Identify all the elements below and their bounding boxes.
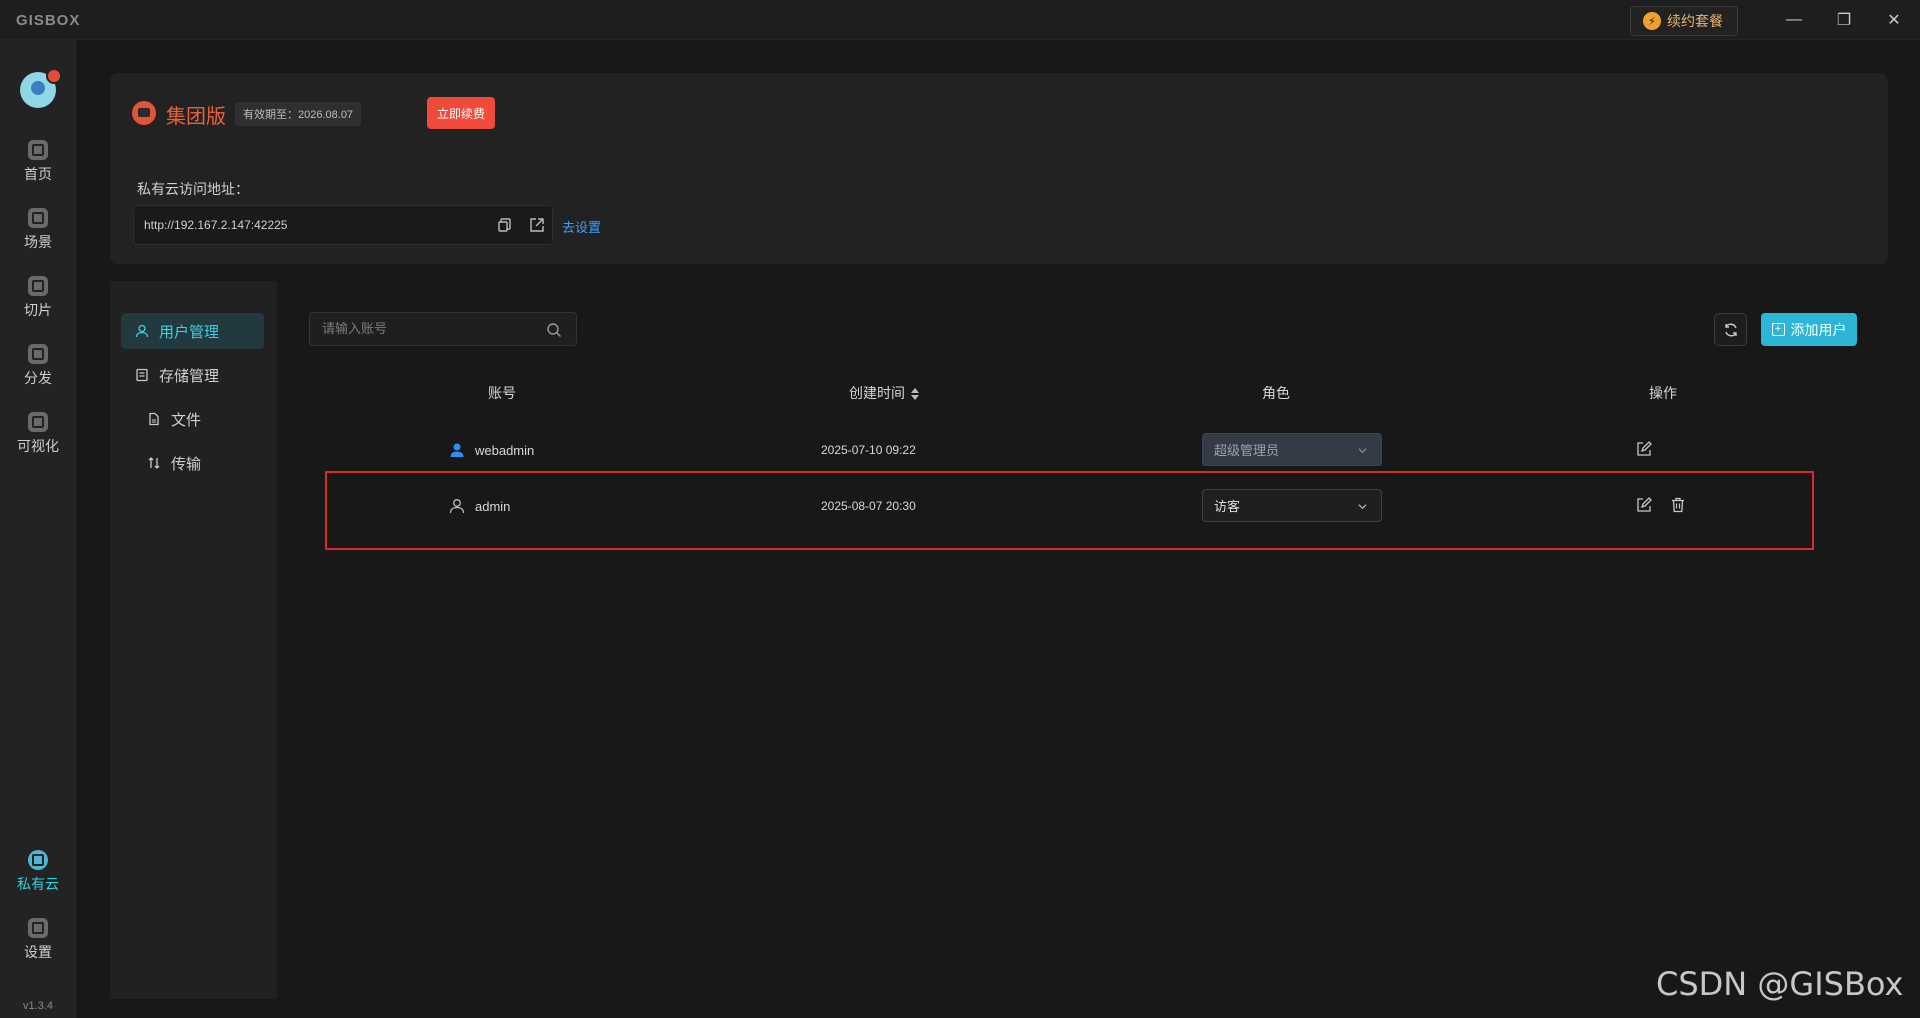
- nav-home[interactable]: 首页: [0, 140, 76, 196]
- add-icon: +: [1771, 323, 1785, 336]
- scene-icon: [28, 208, 48, 228]
- notification-badge-icon: [46, 68, 62, 84]
- subnav-files-label: 文件: [171, 411, 202, 429]
- chevron-down-icon: [1358, 448, 1367, 454]
- subnav-transfer[interactable]: 传输: [121, 445, 264, 481]
- column-header-role: 角色: [1262, 385, 1290, 401]
- search-icon[interactable]: [546, 322, 562, 338]
- subnav-files[interactable]: 文件: [121, 401, 264, 437]
- user-filled-icon: [450, 443, 464, 457]
- file-icon: [149, 412, 159, 426]
- nav-settings[interactable]: 设置: [0, 918, 76, 974]
- nav-private-cloud-label: 私有云: [17, 876, 59, 892]
- visualize-icon: [28, 412, 48, 432]
- subnav-storage-management[interactable]: 存储管理: [121, 357, 264, 393]
- address-value: http://192.167.2.147:42225: [144, 218, 288, 232]
- restore-button[interactable]: ❐: [1826, 6, 1862, 34]
- address-label: 私有云访问地址：: [137, 181, 249, 197]
- nav-slice-label: 切片: [24, 302, 52, 318]
- avatar[interactable]: [20, 68, 62, 108]
- nav-home-label: 首页: [24, 166, 52, 182]
- account-name: webadmin: [475, 442, 535, 458]
- home-icon: [28, 140, 48, 160]
- watermark: CSDN @GISBox: [1656, 965, 1904, 1003]
- column-header-actions: 操作: [1649, 385, 1677, 401]
- nav-visualize[interactable]: 可视化: [0, 412, 76, 468]
- column-header-account: 账号: [488, 385, 516, 401]
- column-header-created-label: 创建时间: [849, 385, 905, 401]
- sub-sidebar: 用户管理 存储管理 文件 传输: [110, 281, 277, 999]
- main-nav-rail: 首页 场景 切片 分发 可视化 私有云 设置 v1.3.4: [0, 40, 76, 1018]
- refresh-button[interactable]: [1714, 313, 1747, 346]
- storage-icon: [136, 368, 148, 382]
- goto-setting-link[interactable]: 去设置: [562, 217, 601, 236]
- highlight-box: [325, 471, 1814, 550]
- sort-icon[interactable]: [911, 388, 919, 401]
- settings-icon: [28, 918, 48, 938]
- address-field: http://192.167.2.147:42225: [133, 205, 553, 245]
- role-value: 超级管理员: [1214, 443, 1280, 458]
- nav-scene-label: 场景: [24, 234, 52, 250]
- nav-private-cloud[interactable]: 私有云: [0, 850, 76, 906]
- refresh-icon: [1724, 323, 1737, 336]
- subnav-user-management[interactable]: 用户管理: [121, 313, 264, 349]
- edition-name: 集团版: [166, 106, 226, 128]
- renew-package-button[interactable]: ⚡ 续约套餐: [1630, 6, 1738, 36]
- account-cell: webadmin: [449, 422, 534, 478]
- nav-settings-label: 设置: [24, 944, 52, 960]
- add-user-button[interactable]: + 添加用户: [1761, 313, 1857, 346]
- license-card: 集团版 有效期至：2026.08.07 立即续费 私有云访问地址： http:/…: [110, 73, 1888, 264]
- app-logo: GISBOX: [16, 12, 81, 29]
- subnav-user-management-label: 用户管理: [159, 323, 220, 341]
- search-box: [309, 312, 577, 346]
- nav-slice[interactable]: 切片: [0, 276, 76, 332]
- add-user-label: 添加用户: [1790, 321, 1847, 338]
- open-external-icon[interactable]: [528, 216, 546, 234]
- user-icon: [135, 324, 149, 338]
- renew-now-button[interactable]: 立即续费: [427, 97, 495, 129]
- nav-scene[interactable]: 场景: [0, 208, 76, 264]
- created-time: 2025-07-10 09:22: [821, 443, 916, 457]
- title-bar: GISBOX ⚡ 续约套餐 — ❐ ✕: [0, 0, 1920, 40]
- table-row: webadmin 2025-07-10 09:22 超级管理员: [309, 422, 1857, 478]
- subnav-storage-management-label: 存储管理: [159, 367, 220, 385]
- nav-publish-label: 分发: [24, 370, 52, 386]
- nav-visualize-label: 可视化: [17, 438, 59, 454]
- transfer-icon: [148, 457, 160, 469]
- lightning-icon: ⚡: [1643, 12, 1661, 30]
- subnav-transfer-label: 传输: [171, 455, 202, 473]
- expiry-badge: 有效期至：2026.08.07: [235, 102, 362, 126]
- slice-icon: [28, 276, 48, 296]
- app-version: v1.3.4: [23, 1000, 53, 1012]
- renew-package-label: 续约套餐: [1667, 13, 1723, 29]
- publish-icon: [28, 344, 48, 364]
- edit-icon[interactable]: [1636, 441, 1652, 457]
- search-input[interactable]: [322, 321, 532, 336]
- column-header-created[interactable]: 创建时间: [849, 383, 919, 403]
- avatar-icon: [31, 81, 45, 95]
- copy-icon[interactable]: [496, 216, 514, 234]
- minimize-button[interactable]: —: [1776, 6, 1812, 34]
- private-cloud-icon: [28, 850, 48, 870]
- role-select: 超级管理员: [1202, 433, 1382, 466]
- close-button[interactable]: ✕: [1876, 6, 1912, 34]
- edition-icon: [132, 101, 156, 125]
- nav-publish[interactable]: 分发: [0, 344, 76, 400]
